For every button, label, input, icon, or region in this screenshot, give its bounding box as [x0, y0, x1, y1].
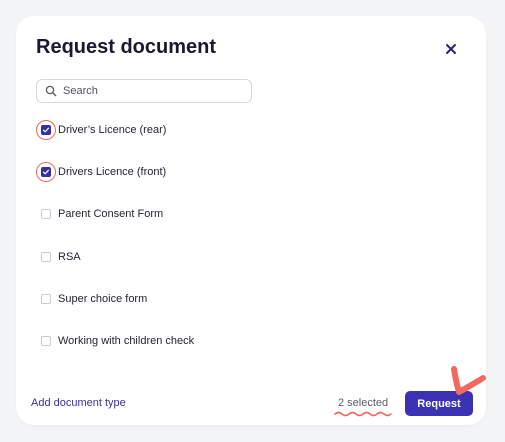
checkbox[interactable]	[41, 252, 51, 262]
selected-count: 2 selected	[338, 397, 389, 409]
request-document-modal: Request document Driver’s Licence (rear)	[16, 16, 486, 425]
document-option[interactable]: Drivers Licence (front)	[36, 162, 166, 182]
search-input[interactable]	[63, 85, 243, 97]
document-label: RSA	[58, 251, 81, 263]
document-option[interactable]: Working with children check	[36, 331, 194, 351]
close-icon[interactable]	[443, 41, 459, 57]
checkbox[interactable]	[41, 125, 51, 135]
document-option[interactable]: Driver’s Licence (rear)	[36, 120, 166, 140]
checkbox-highlight	[36, 120, 56, 140]
search-icon	[45, 85, 57, 97]
document-option[interactable]: RSA	[36, 247, 81, 267]
squiggle-underline	[334, 411, 392, 417]
checkbox[interactable]	[41, 167, 51, 177]
document-option[interactable]: Parent Consent Form	[36, 204, 163, 224]
document-option[interactable]: Super choice form	[36, 289, 147, 309]
checkbox[interactable]	[41, 336, 51, 346]
checkbox[interactable]	[41, 294, 51, 304]
search-box[interactable]	[36, 79, 252, 103]
checkmark-annotation-icon	[451, 366, 486, 395]
document-label: Driver’s Licence (rear)	[58, 124, 167, 136]
checkbox[interactable]	[41, 209, 51, 219]
document-label: Working with children check	[58, 335, 195, 347]
add-document-type-link[interactable]: Add document type	[31, 397, 126, 409]
modal-title: Request document	[36, 36, 217, 58]
document-label: Super choice form	[58, 293, 148, 305]
checkbox-highlight	[36, 162, 56, 182]
document-label: Parent Consent Form	[58, 208, 164, 220]
document-label: Drivers Licence (front)	[58, 166, 167, 178]
